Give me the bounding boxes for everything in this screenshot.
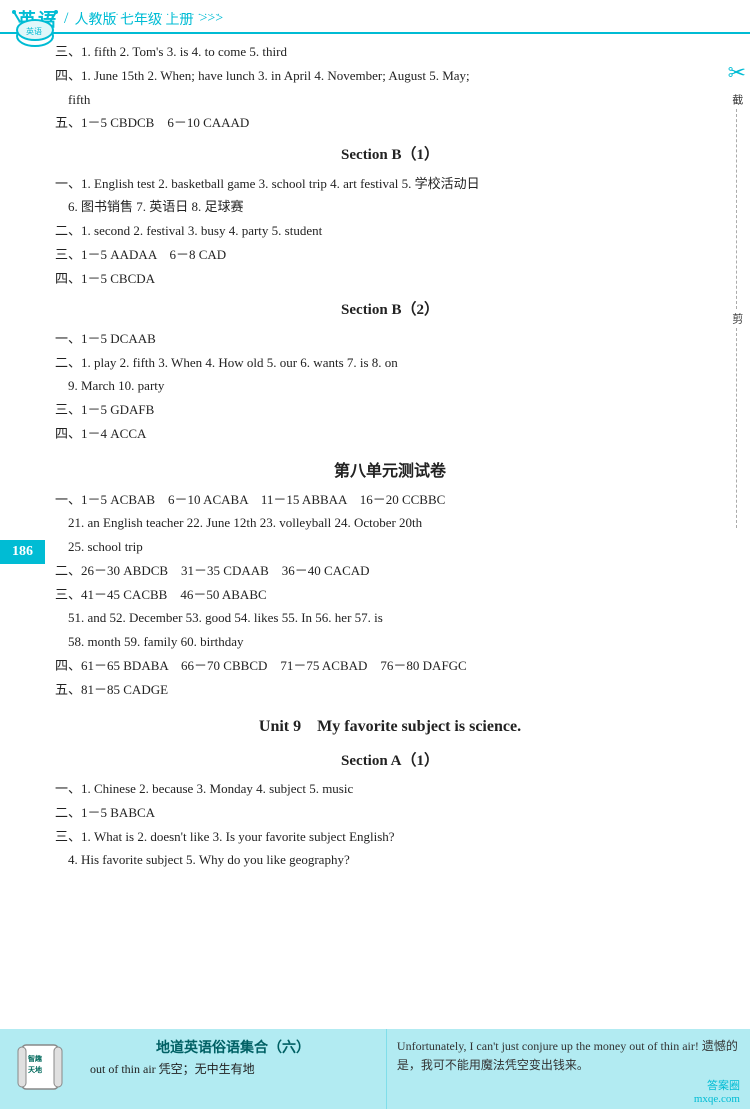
content-line: 一、1. Chinese 2. because 3. Monday 4. sub… bbox=[55, 778, 725, 801]
content-line: 五、81－85 CADGE bbox=[55, 679, 725, 702]
scissors-icon: ✂ bbox=[728, 60, 746, 86]
content-line: 21. an English teacher 22. June 12th 23.… bbox=[55, 512, 725, 535]
main-content: 三、1. fifth 2. Tom's 3. is 4. to come 5. … bbox=[0, 34, 750, 879]
header-dots: ····················· bbox=[90, 10, 223, 21]
brand-text: 答案圈 bbox=[694, 1077, 740, 1093]
line-prefix: 二、 bbox=[55, 805, 81, 820]
content-line: 58. month 59. family 60. birthday bbox=[55, 631, 725, 654]
footer-middle-body: out of thin air 凭空；无中生有地 bbox=[90, 1060, 376, 1077]
content-line: 51. and 52. December 53. good 54. likes … bbox=[55, 607, 725, 630]
line-prefix: 四、 bbox=[55, 658, 81, 673]
line-prefix: 四、 bbox=[55, 271, 81, 286]
svg-text:天地: 天地 bbox=[28, 1065, 42, 1074]
line-prefix: 二、 bbox=[55, 355, 81, 370]
brand-url: mxqe.com bbox=[694, 1093, 740, 1105]
content-line: 三、1. fifth 2. Tom's 3. is 4. to come 5. … bbox=[55, 41, 725, 64]
unit-heading: Unit 9 My favorite subject is science. bbox=[55, 713, 725, 740]
cut-label-1: 截 bbox=[729, 94, 745, 105]
section-heading: Section B（1） bbox=[55, 143, 725, 169]
content-line: 三、1－5 GDAFB bbox=[55, 399, 725, 422]
content-line: 二、26－30 ABDCB 31－35 CDAAB 36－40 CACAD bbox=[55, 560, 725, 583]
footer-middle-title: 地道英语俗语集合（六） bbox=[90, 1037, 376, 1057]
header: 英语 ····················· 英语 / 人教版 七年级 上册… bbox=[0, 0, 750, 34]
unit-heading: 第八单元测试卷 bbox=[55, 458, 725, 485]
line-prefix: 三、 bbox=[55, 247, 81, 262]
footer-left: 智趣 天地 bbox=[0, 1029, 80, 1109]
content-line: 四、1－5 CBCDA bbox=[55, 268, 725, 291]
content-line: 6. 图书销售 7. 英语日 8. 足球赛 bbox=[55, 196, 725, 219]
line-prefix: 五、 bbox=[55, 115, 81, 130]
content-line: 四、1－4 ACCA bbox=[55, 423, 725, 446]
section-heading: Section A（1） bbox=[55, 749, 725, 775]
line-prefix: 一、 bbox=[55, 176, 81, 191]
line-prefix: 四、 bbox=[55, 426, 81, 441]
line-prefix: 一、 bbox=[55, 781, 81, 796]
content-line: fifth bbox=[55, 89, 725, 112]
content-line: 25. school trip bbox=[55, 536, 725, 559]
content-line: 四、61－65 BDABA 66－70 CBBCD 71－75 ACBAD 76… bbox=[55, 655, 725, 678]
right-margin: ✂ 截 剪 bbox=[728, 60, 746, 532]
page-wrapper: 英语 ····················· 英语 / 人教版 七年级 上册… bbox=[0, 0, 750, 1109]
content-line: 三、41－45 CACBB 46－50 ABABC bbox=[55, 584, 725, 607]
content-line: 二、1. play 2. fifth 3. When 4. How old 5.… bbox=[55, 352, 725, 375]
cut-dashed-line-2 bbox=[736, 328, 737, 528]
cut-dashed-line-1 bbox=[736, 109, 737, 309]
content-line: 三、1. What is 2. doesn't like 3. Is your … bbox=[55, 826, 725, 849]
content-line: 一、1－5 DCAAB bbox=[55, 328, 725, 351]
content-line: 二、1－5 BABCA bbox=[55, 802, 725, 825]
line-prefix: 四、 bbox=[55, 68, 81, 83]
content-container: 三、1. fifth 2. Tom's 3. is 4. to come 5. … bbox=[55, 41, 725, 872]
svg-text:智趣: 智趣 bbox=[28, 1054, 43, 1063]
line-prefix: 三、 bbox=[55, 402, 81, 417]
line-prefix: 一、 bbox=[55, 492, 81, 507]
svg-text:英语: 英语 bbox=[26, 26, 42, 36]
scroll-icon: 智趣 天地 bbox=[14, 1039, 66, 1099]
page-number: 186 bbox=[0, 540, 45, 564]
content-line: 二、1. second 2. festival 3. busy 4. party… bbox=[55, 220, 725, 243]
cut-label-2: 剪 bbox=[729, 313, 745, 324]
header-divider: / bbox=[64, 10, 68, 28]
footer: 智趣 天地 地道英语俗语集合（六） out of thin air 凭空；无中生… bbox=[0, 1029, 750, 1109]
footer-right-body: Unfortunately, I can't just conjure up t… bbox=[397, 1037, 740, 1075]
line-prefix: 三、 bbox=[55, 829, 81, 844]
footer-middle: 地道英语俗语集合（六） out of thin air 凭空；无中生有地 bbox=[80, 1029, 387, 1109]
content-line: 五、1－5 CBDCB 6－10 CAAAD bbox=[55, 112, 725, 135]
content-line: 9. March 10. party bbox=[55, 375, 725, 398]
line-prefix: 三、 bbox=[55, 587, 81, 602]
line-prefix: 五、 bbox=[55, 682, 81, 697]
content-line: 四、1. June 15th 2. When; have lunch 3. in… bbox=[55, 65, 725, 88]
content-line: 一、1－5 ACBAB 6－10 ACABA 11－15 ABBAA 16－20… bbox=[55, 489, 725, 512]
content-line: 4. His favorite subject 5. Why do you li… bbox=[55, 849, 725, 872]
line-prefix: 二、 bbox=[55, 563, 81, 578]
footer-brand: 答案圈 mxqe.com bbox=[694, 1077, 740, 1105]
line-prefix: 二、 bbox=[55, 223, 81, 238]
content-line: 一、1. English test 2. basketball game 3. … bbox=[55, 173, 725, 196]
drum-icon: 英语 bbox=[10, 8, 60, 53]
content-line: 三、1－5 AADAA 6－8 CAD bbox=[55, 244, 725, 267]
section-heading: Section B（2） bbox=[55, 298, 725, 324]
line-prefix: 一、 bbox=[55, 331, 81, 346]
